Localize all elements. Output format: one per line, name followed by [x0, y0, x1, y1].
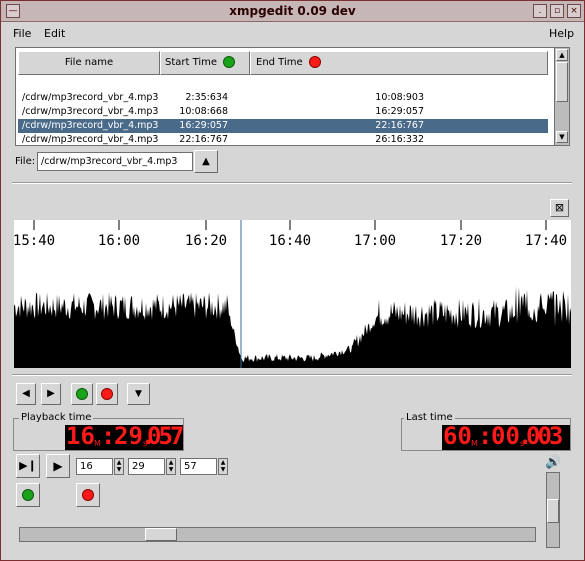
- file-row-name: /cdrw/mp3record_vbr_4.mp3: [22, 134, 159, 145]
- timeline-tick-label: 15:40: [14, 233, 55, 249]
- file-row-end: 10:08:903: [375, 92, 424, 103]
- file-row[interactable]: /cdrw/mp3record_vbr_4.mp3 10:08:668 16:29:…: [18, 105, 548, 119]
- triangle-left-icon: ◀: [22, 388, 30, 399]
- seconds-spinner-input[interactable]: 29: [128, 458, 165, 475]
- play-pause-icon: ▶❙: [19, 459, 37, 472]
- position-scroll-thumb[interactable]: [145, 528, 177, 541]
- more-options-button[interactable]: ▼: [127, 383, 150, 405]
- green-dot-icon: [76, 388, 88, 400]
- red-dot-icon: [308, 56, 321, 68]
- column-header-end-time-label: End Time: [256, 57, 303, 68]
- minutes-spinner-input[interactable]: 16: [76, 458, 113, 475]
- scroll-thumb[interactable]: [556, 62, 568, 102]
- menu-file[interactable]: File: [13, 27, 31, 40]
- waveform-svg: 15:40 16:00 16:20 16:40 17:00 17:20 17:40: [13, 220, 571, 368]
- last-minutes: 00: [491, 425, 520, 450]
- timeline-tick-label: 16:40: [269, 233, 311, 249]
- file-list-scrollbar[interactable]: ▲ ▼: [554, 47, 570, 146]
- column-header-file-name-label: File name: [64, 57, 114, 68]
- file-row-start: 10:08:668: [179, 106, 228, 117]
- timeline-tick-label: 16:00: [98, 233, 140, 249]
- playback-h-unit: M: [94, 439, 101, 448]
- play-to-end-button[interactable]: ▶❙: [16, 454, 40, 478]
- step-back-button[interactable]: ◀: [16, 383, 36, 405]
- last-hours: 60: [443, 425, 472, 450]
- menu-help[interactable]: Help: [549, 27, 574, 40]
- menu-bar: File Edit Help: [3, 23, 582, 43]
- window-title: xmpgedit 0.09 dev: [229, 4, 356, 18]
- last-time-label: Last time: [404, 412, 455, 423]
- file-row[interactable]: /cdrw/mp3record_vbr_4.mp3 2:35:634 10:08:9…: [18, 91, 548, 105]
- file-row-end: 26:16:332: [375, 134, 424, 145]
- scroll-up-icon[interactable]: ▲: [556, 49, 568, 61]
- column-header-start-time[interactable]: Start Time: [160, 51, 250, 75]
- close-window-button[interactable]: ×: [567, 4, 581, 18]
- play-icon: ▶: [53, 459, 63, 473]
- playback-hours: 16: [66, 425, 95, 450]
- green-dot-icon: [22, 489, 34, 501]
- position-scrollbar[interactable]: [19, 527, 536, 542]
- file-row[interactable]: /cdrw/mp3record_vbr_4.mp3 16:29:057 22:16:…: [18, 119, 548, 133]
- last-h-unit: M: [471, 439, 478, 448]
- file-row-start: 22:16:767: [179, 134, 228, 145]
- seconds-spinner-arrows[interactable]: ▲ ▼: [166, 458, 176, 475]
- file-row-name: /cdrw/mp3record_vbr_4.mp3: [22, 120, 159, 131]
- jump-start-button[interactable]: [16, 483, 40, 507]
- file-row-start: 16:29:057: [179, 120, 228, 131]
- millis-spinner-arrows[interactable]: ▲ ▼: [218, 458, 228, 475]
- scroll-down-icon[interactable]: ▼: [556, 131, 568, 143]
- file-row-end: 16:29:057: [375, 106, 424, 117]
- playback-time-label: Playback time: [19, 412, 94, 423]
- column-header-start-time-label: Start Time: [165, 57, 218, 68]
- timeline-tick-label: 17:20: [440, 233, 482, 249]
- playback-time-display: 16 M : 29 s . 057: [65, 425, 183, 450]
- waveform-view[interactable]: 15:40 16:00 16:20 16:40 17:00 17:20 17:40: [13, 220, 571, 368]
- timeline-tick-label: 17:40: [525, 233, 567, 249]
- volume-icon: 🔊: [545, 455, 562, 470]
- column-header-end-time[interactable]: End Time: [250, 51, 548, 75]
- red-dot-icon: [101, 388, 113, 400]
- close-icon: ⊠: [554, 201, 565, 214]
- title-bar[interactable]: — xmpgedit 0.09 dev . ▫ ×: [1, 1, 584, 22]
- millis-spinner-input[interactable]: 57: [180, 458, 217, 475]
- file-list[interactable]: File name Start Time End Time /cdrw/mp3r…: [15, 47, 570, 146]
- minimize-button[interactable]: .: [533, 4, 547, 18]
- last-time-display: 60 M : 00 s . 003: [442, 425, 570, 450]
- jump-end-button[interactable]: [76, 483, 100, 507]
- volume-slider-thumb[interactable]: [547, 499, 559, 523]
- file-row[interactable]: /cdrw/mp3record_vbr_4.mp3 22:16:767 26:16:…: [18, 133, 548, 145]
- timeline-tick-label: 17:00: [354, 233, 396, 249]
- file-row-end: 22:16:767: [375, 120, 424, 131]
- file-row-start: 2:35:634: [185, 92, 228, 103]
- timeline-tick-label: 16:20: [185, 233, 227, 249]
- column-header-file-name[interactable]: File name: [18, 51, 160, 75]
- green-dot-icon: [223, 56, 236, 68]
- menu-edit[interactable]: Edit: [44, 27, 65, 40]
- playback-minutes: 29: [114, 425, 143, 450]
- play-button[interactable]: ▶: [46, 454, 70, 478]
- volume-slider[interactable]: [546, 472, 560, 548]
- minutes-spinner-arrows[interactable]: ▲ ▼: [114, 458, 124, 475]
- file-browse-button[interactable]: ▲: [194, 150, 218, 173]
- set-start-button[interactable]: [71, 383, 93, 405]
- file-row-name: /cdrw/mp3record_vbr_4.mp3: [22, 106, 159, 117]
- red-dot-icon: [82, 489, 94, 501]
- file-row-name: /cdrw/mp3record_vbr_4.mp3: [22, 92, 159, 103]
- playback-frac: 057: [147, 425, 183, 450]
- file-label: File:: [15, 156, 36, 167]
- set-end-button[interactable]: [96, 383, 118, 405]
- last-frac: 003: [526, 425, 563, 450]
- triangle-up-icon: ▲: [202, 156, 210, 167]
- triangle-down-icon: ▼: [135, 389, 142, 399]
- triangle-right-icon: ▶: [47, 388, 55, 399]
- maximize-button[interactable]: ▫: [550, 4, 564, 18]
- separator: [12, 182, 572, 184]
- separator: [12, 374, 572, 376]
- close-waveform-button[interactable]: ⊠: [550, 199, 569, 217]
- file-path-input[interactable]: /cdrw/mp3record_vbr_4.mp3: [37, 152, 193, 171]
- step-forward-button[interactable]: ▶: [41, 383, 61, 405]
